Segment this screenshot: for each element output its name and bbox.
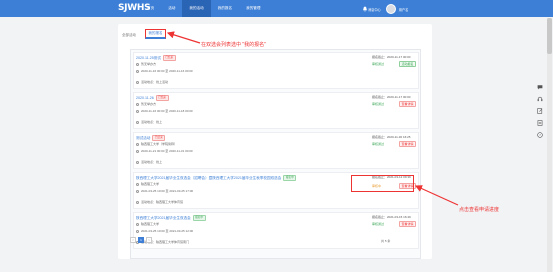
nav-my-signup[interactable]: 我的报名 bbox=[211, 0, 239, 17]
list-item[interactable]: 2020.11.25测试 已结束 暂无举办方 2020-11-16 00:00 至… bbox=[133, 52, 419, 89]
item-time: 2020-11-16 00:00 至 2020-11-18 00:00 bbox=[141, 109, 193, 113]
item-time: 2020-11-16 00:00 至 2020-11-16 00:00 bbox=[141, 69, 193, 73]
item-location: 活动地点：陕西理工大学体育馆 bbox=[141, 200, 184, 204]
location-icon bbox=[136, 160, 139, 164]
item-title[interactable]: 陕西理工大学2021届毕业生双选会（招聘会）暨陕西理工大学2021届毕业生秋季校… bbox=[136, 176, 281, 181]
clock-icon bbox=[136, 189, 139, 193]
page-1-button[interactable]: 1 bbox=[138, 237, 144, 243]
organizer-icon bbox=[136, 182, 139, 186]
list-item[interactable]: 陕西理工大学2021届毕业生双选会 报名中 陕西理工大学 2021-03-25 1… bbox=[133, 212, 419, 249]
prev-page-button[interactable]: < bbox=[130, 237, 136, 243]
user-area: 消息中心 用户名 bbox=[362, 4, 408, 14]
status-badge: 已结束 bbox=[155, 95, 169, 101]
doc-icon[interactable] bbox=[537, 120, 543, 126]
list-item[interactable]: 测试活动 已结束 陕西理工大学（学院简称） 2020-11-21 00:00 至 … bbox=[133, 132, 419, 169]
nav-activity[interactable]: 活动 bbox=[161, 0, 182, 17]
organizer-icon bbox=[136, 142, 139, 146]
item-deadline: 报名截止：2020-11-17 00:00 bbox=[372, 55, 411, 59]
main-nav: 首页 活动 我的活动 我的报名 我的管理 bbox=[140, 0, 268, 17]
page-scrollbar[interactable] bbox=[547, 18, 552, 272]
total-count: 共 5 条 bbox=[381, 239, 391, 243]
review-status: 审核通过 bbox=[372, 102, 385, 106]
edit-icon[interactable] bbox=[537, 108, 543, 114]
review-status: 审核通过 bbox=[372, 222, 385, 226]
floating-sidebar: ? bbox=[535, 84, 545, 144]
item-deadline: 报名截止：2020-11-30 16:25 bbox=[372, 135, 411, 139]
item-location: 活动地点：线上 bbox=[141, 120, 163, 124]
location-icon bbox=[136, 120, 139, 124]
tab-my-signup[interactable]: 我的报名 bbox=[145, 29, 166, 39]
user-name[interactable]: 用户名 bbox=[399, 7, 409, 12]
review-status: 审核通过 bbox=[372, 142, 385, 146]
item-organizer: 陕西理工大学（学院简称） bbox=[141, 142, 178, 146]
view-details-button[interactable]: 查看详情 bbox=[399, 101, 416, 107]
item-time: 2020-11-21 00:00 至 2020-11-31 00:00 bbox=[141, 149, 193, 153]
next-page-button[interactable]: > bbox=[146, 237, 152, 243]
pagination: < 1 > bbox=[130, 237, 154, 243]
item-title[interactable]: 陕西理工大学2021届毕业生双选会 bbox=[136, 216, 191, 221]
activity-signup-button[interactable]: 活动报名 bbox=[399, 61, 416, 67]
scrollbar-thumb[interactable] bbox=[547, 18, 552, 54]
organizer-icon bbox=[136, 222, 139, 226]
view-details-button[interactable]: 查看详情 bbox=[399, 221, 416, 227]
content-card: 全部活动 我的报名 2020.11.25测试 已结束 暂无举办方 2020-11-… bbox=[118, 24, 432, 259]
tab-all-activities[interactable]: 全部活动 bbox=[122, 33, 136, 38]
nav-home[interactable]: 首页 bbox=[140, 0, 161, 17]
status-badge: 报名中 bbox=[192, 215, 206, 221]
chat-icon[interactable] bbox=[537, 84, 543, 90]
organizer-icon bbox=[136, 62, 139, 66]
nav-my-activity[interactable]: 我的活动 bbox=[182, 0, 211, 17]
avatar[interactable] bbox=[385, 4, 396, 14]
help-icon[interactable]: ? bbox=[537, 132, 543, 138]
review-status: 审核通过 bbox=[372, 62, 385, 66]
location-icon bbox=[136, 80, 139, 84]
clock-icon bbox=[136, 69, 139, 73]
annotation-select-my-signup: 在双选会列表选中 "我的报名" bbox=[201, 42, 266, 48]
item-location: 活动地点：线上 bbox=[141, 160, 163, 164]
item-title[interactable]: 2020.11.26 bbox=[136, 96, 154, 100]
clock-icon bbox=[136, 109, 139, 113]
view-details-button[interactable]: 查看详情 bbox=[399, 141, 416, 147]
signup-list: 2020.11.25测试 已结束 暂无举办方 2020-11-16 00:00 至… bbox=[130, 49, 421, 259]
item-deadline: 报名截止：2021-03-15 16:49 bbox=[372, 215, 411, 219]
item-organizer: 陕西理工大学 bbox=[141, 222, 160, 226]
status-badge: 报名中 bbox=[283, 175, 297, 181]
item-title[interactable]: 测试活动 bbox=[136, 136, 150, 141]
annotation-highlight-box bbox=[351, 175, 414, 192]
item-organizer: 暂无举办方 bbox=[141, 62, 157, 66]
annotation-view-progress: 点击查看申请进度 bbox=[459, 207, 500, 213]
organizer-icon bbox=[136, 102, 139, 106]
item-location: 活动地点：线上活动 bbox=[141, 80, 169, 84]
status-badge: 已结束 bbox=[152, 135, 166, 141]
item-deadline: 报名截止：2020-11-17 00:00 bbox=[372, 95, 411, 99]
notice-label[interactable]: 消息中心 bbox=[368, 7, 381, 12]
svg-text:?: ? bbox=[539, 133, 541, 137]
item-title[interactable]: 2020.11.25测试 bbox=[136, 56, 161, 61]
headset-icon[interactable] bbox=[537, 96, 543, 102]
status-badge: 已结束 bbox=[162, 55, 176, 61]
item-organizer: 陕西理工大学 bbox=[141, 182, 160, 186]
nav-my-manage[interactable]: 我的管理 bbox=[239, 0, 267, 17]
clock-icon bbox=[136, 229, 139, 233]
list-item[interactable]: 2020.11.26 已结束 暂无举办方 2020-11-16 00:00 至 2… bbox=[133, 92, 419, 129]
item-time: 2021-03-25 10:00 至 2021-03-25 12:00 bbox=[141, 229, 194, 233]
clock-icon bbox=[136, 149, 139, 153]
top-navigation-bar: SJWHS 首页 活动 我的活动 我的报名 我的管理 消息中心 用户名 bbox=[0, 0, 553, 17]
item-time: 2021-03-25 10:00 至 2021-03-25 17:00 bbox=[141, 189, 194, 193]
location-icon bbox=[136, 200, 139, 204]
item-organizer: 暂无举办方 bbox=[141, 102, 157, 106]
